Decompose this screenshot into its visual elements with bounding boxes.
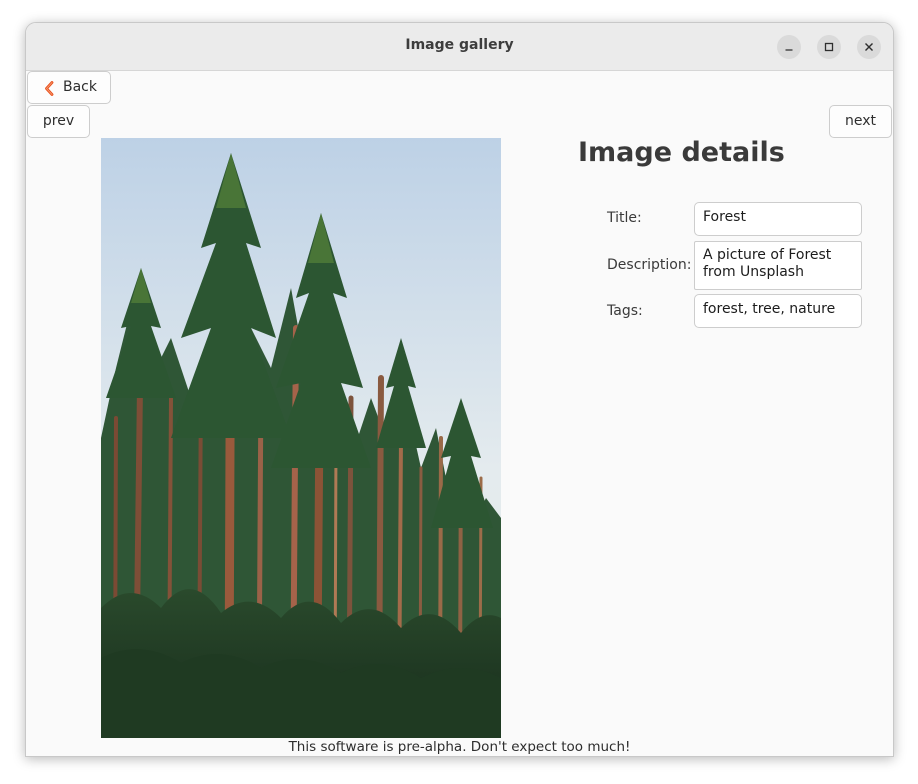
window-title: Image gallery — [405, 37, 514, 53]
maximize-button[interactable] — [817, 35, 841, 59]
gallery-image — [101, 138, 501, 738]
footer-notice: This software is pre-alpha. Don't expect… — [288, 739, 631, 755]
back-button[interactable]: Back — [27, 71, 111, 104]
next-button[interactable]: next — [829, 105, 892, 138]
description-label: Description: — [607, 257, 692, 273]
title-field[interactable]: Forest — [694, 202, 862, 236]
close-icon — [865, 43, 873, 51]
details-heading: Image details — [578, 137, 785, 168]
back-button-label: Back — [63, 79, 97, 95]
close-button[interactable] — [857, 35, 881, 59]
minimize-icon — [785, 49, 793, 51]
chevron-left-icon — [45, 81, 54, 96]
maximize-icon — [824, 42, 834, 52]
tags-field[interactable]: forest, tree, nature — [694, 294, 862, 328]
title-bar: Image gallery — [26, 23, 893, 71]
tags-label: Tags: — [607, 303, 643, 319]
minimize-button[interactable] — [777, 35, 801, 59]
prev-button[interactable]: prev — [27, 105, 90, 138]
description-field[interactable]: A picture of Forest from Unsplash — [694, 241, 862, 290]
title-label: Title: — [607, 210, 642, 226]
app-window: Image gallery Back prev next Image detai… — [25, 22, 894, 757]
